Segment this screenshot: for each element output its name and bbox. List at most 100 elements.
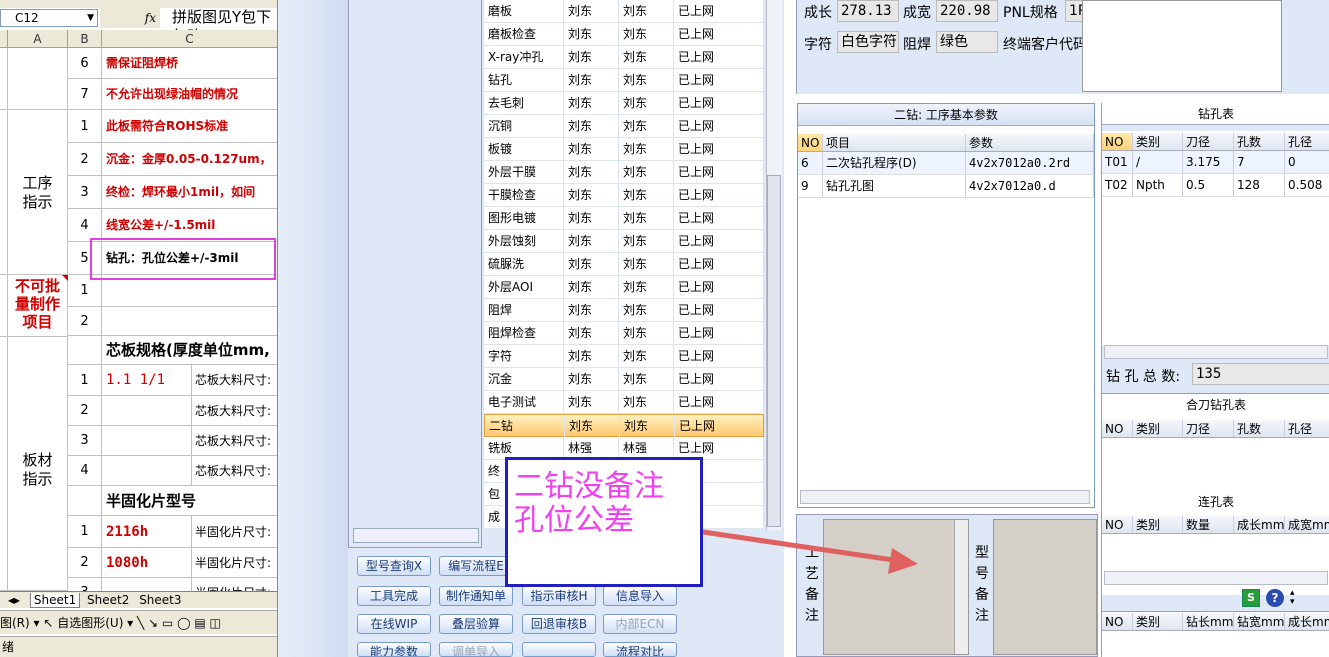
instruction-cell[interactable]: 不允许出现绿油帽的情况: [102, 79, 277, 110]
drill-total-field[interactable]: 135: [1192, 363, 1329, 385]
name-box[interactable]: C12 ▼: [0, 9, 98, 27]
core-spec-cell[interactable]: [102, 456, 192, 486]
toolbar-button[interactable]: 工具完成: [357, 586, 431, 606]
core-spec-cell[interactable]: [102, 396, 192, 426]
process-row[interactable]: 硫脲洗 刘东 刘东 已上网: [484, 253, 764, 276]
column-header-b[interactable]: B: [68, 30, 102, 48]
toolbar-button[interactable]: 回退审核B: [522, 614, 596, 634]
process-remark-textarea[interactable]: [823, 519, 969, 655]
toolbar-button[interactable]: 调单导入: [439, 642, 513, 657]
remark-scrollbar[interactable]: [954, 520, 968, 654]
sheet-nav-icon[interactable]: ◂▸: [8, 593, 20, 607]
empty-cell[interactable]: [68, 336, 102, 365]
pp-size-label[interactable]: 半固化片尺寸:: [192, 548, 277, 578]
sheet-tab-1[interactable]: Sheet1: [29, 593, 81, 608]
col-len[interactable]: 成长mm: [1285, 613, 1329, 630]
col-type[interactable]: 类别: [1133, 516, 1183, 533]
col-item[interactable]: 项目: [823, 134, 966, 151]
fx-icon[interactable]: fx: [100, 8, 160, 28]
horizontal-scrollbar[interactable]: [353, 528, 479, 543]
sheet-tab-2[interactable]: Sheet2: [84, 593, 132, 607]
process-row[interactable]: 沉金 刘东 刘东 已上网: [484, 368, 764, 391]
process-row[interactable]: X-ray冲孔 刘东 刘东 已上网: [484, 46, 764, 69]
col-type[interactable]: 类别: [1133, 420, 1183, 437]
col-no[interactable]: NO: [1102, 420, 1133, 437]
table-row[interactable]: T01 / 3.175 7 0: [1102, 151, 1329, 174]
process-row[interactable]: 图形电镀 刘东 刘东 已上网: [484, 207, 764, 230]
process-row[interactable]: 电子测试 刘东 刘东 已上网: [484, 391, 764, 414]
toolbar-button[interactable]: [522, 642, 596, 657]
toolbar-button[interactable]: 制作通知单: [439, 586, 513, 606]
instruction-cell[interactable]: 此板需符合ROHS标准: [102, 110, 277, 143]
help-icon[interactable]: ?: [1266, 589, 1284, 607]
col-dia[interactable]: 孔径: [1285, 420, 1329, 437]
core-size-label[interactable]: 芯板大料尺寸:: [192, 365, 277, 396]
slot-horizontal-scrollbar[interactable]: [1104, 571, 1328, 585]
core-size-label[interactable]: 芯板大料尺寸:: [192, 456, 277, 486]
sheet-tab-3[interactable]: Sheet3: [136, 593, 184, 607]
mask-field[interactable]: 绿色: [936, 31, 998, 53]
process-row[interactable]: 二钻 刘东 刘东 已上网: [484, 414, 765, 437]
instruction-cell[interactable]: 终检：焊环最小1mil，如间: [102, 176, 277, 209]
col-tool[interactable]: 刀径: [1183, 420, 1234, 437]
process-row[interactable]: 外层AOI 刘东 刘东 已上网: [484, 276, 764, 299]
toolbar-button[interactable]: 型号查询X: [357, 556, 431, 576]
length-field[interactable]: 278.13: [837, 0, 899, 22]
col-count[interactable]: 孔数: [1234, 133, 1285, 150]
spreadsheet-grid[interactable]: 工序 指示 不可批 量制作 项目 板材 指示 6 需保证阻焊桥 7 不允许出现绿油帽的情况 1…: [0, 48, 277, 608]
process-row[interactable]: 阻焊检查 刘东 刘东 已上网: [484, 322, 764, 345]
column-header-a[interactable]: A: [8, 30, 68, 48]
params-horizontal-scrollbar[interactable]: [800, 490, 1090, 504]
process-row[interactable]: 字符 刘东 刘东 已上网: [484, 345, 764, 368]
pp-spec-cell[interactable]: 1080h: [102, 548, 192, 578]
table-row[interactable]: 9 钻孔孔图 4v2x7012a0.d: [798, 175, 1094, 198]
table-row[interactable]: 6 二次钻孔程序(D) 4v2x7012a0.2rd: [798, 152, 1094, 175]
col-no[interactable]: NO: [1102, 133, 1133, 150]
col-wid[interactable]: 成宽mm: [1285, 516, 1329, 533]
empty-cell[interactable]: [102, 307, 277, 336]
toolbar-button[interactable]: 指示审核H: [522, 586, 596, 606]
width-field[interactable]: 220.98: [936, 0, 998, 22]
spreadsheet-icon[interactable]: S: [1242, 589, 1260, 607]
empty-cell[interactable]: [68, 486, 102, 516]
toolbar-button[interactable]: 信息导入: [603, 586, 677, 606]
process-row[interactable]: 板镀 刘东 刘东 已上网: [484, 138, 764, 161]
core-size-label[interactable]: 芯板大料尺寸:: [192, 396, 277, 426]
instruction-cell[interactable]: 沉金：金厚0.05-0.127um，: [102, 143, 277, 176]
col-dia[interactable]: 孔径: [1285, 133, 1329, 150]
stepper-icon[interactable]: ▴ ▾: [1290, 589, 1300, 607]
column-header-c[interactable]: C: [102, 30, 277, 48]
pp-spec-cell[interactable]: 2116h: [102, 516, 192, 548]
col-drill-wid[interactable]: 钻宽mm: [1234, 613, 1285, 630]
char-field[interactable]: 白色字符: [837, 31, 899, 53]
process-row[interactable]: 磨板检查 刘东 刘东 已上网: [484, 23, 764, 46]
col-type[interactable]: 类别: [1133, 133, 1183, 150]
col-type[interactable]: 类别: [1133, 613, 1183, 630]
col-drill-len[interactable]: 钻长mm: [1183, 613, 1234, 630]
col-no[interactable]: NO: [1102, 613, 1133, 630]
process-row[interactable]: 磨板 刘东 刘东 已上网: [484, 0, 764, 23]
core-title-cell[interactable]: 芯板规格(厚度单位mm,: [102, 336, 277, 365]
select-all-corner[interactable]: [0, 30, 8, 48]
process-row[interactable]: 干膜检查 刘东 刘东 已上网: [484, 184, 764, 207]
process-row[interactable]: 沉铜 刘东 刘东 已上网: [484, 115, 764, 138]
col-len[interactable]: 成长mm: [1234, 516, 1285, 533]
toolbar-button[interactable]: 流程对比: [603, 642, 677, 657]
pnl-field[interactable]: 1P: [1065, 0, 1083, 22]
core-spec-cell[interactable]: [102, 426, 192, 456]
table-row[interactable]: T02 Npth 0.5 128 0.508: [1102, 174, 1329, 197]
col-tool[interactable]: 刀径: [1183, 133, 1234, 150]
drill-horizontal-scrollbar[interactable]: [1104, 345, 1328, 359]
col-count[interactable]: 孔数: [1234, 420, 1285, 437]
core-spec-cell[interactable]: 1.1 1/1: [102, 365, 192, 396]
toolbar-button[interactable]: 叠层验算: [439, 614, 513, 634]
col-param[interactable]: 参数: [966, 134, 1094, 151]
toolbar-button[interactable]: 在线WIP: [357, 614, 431, 634]
drawing-toolbar[interactable]: 图(R) ▾ ↖ 自选图形(U) ▾ ╲ ↘ ▭ ◯ ▤ ◫: [0, 610, 277, 634]
model-remark-textarea[interactable]: [993, 519, 1097, 655]
toolbar-button[interactable]: 编写流程E: [439, 556, 513, 576]
core-size-label[interactable]: 芯板大料尺寸:: [192, 426, 277, 456]
process-row[interactable]: 钻孔 刘东 刘东 已上网: [484, 69, 764, 92]
toolbar-button[interactable]: 能力参数: [357, 642, 431, 657]
pp-title-cell[interactable]: 半固化片型号: [102, 486, 277, 516]
